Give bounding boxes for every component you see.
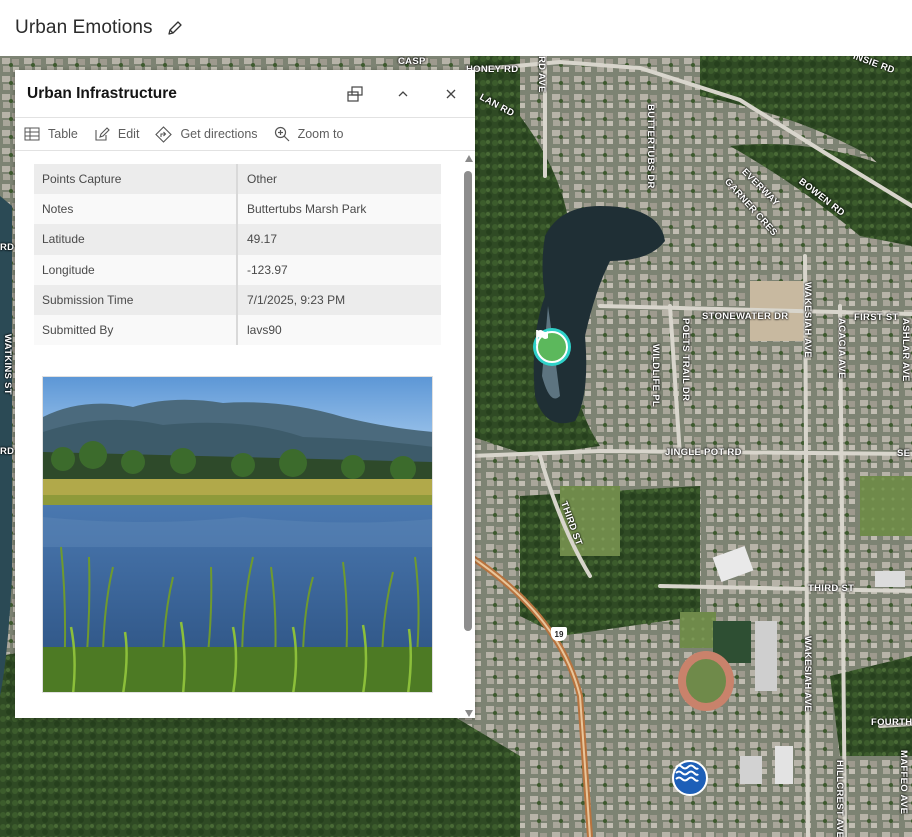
map-label-stonewater-dr: STONEWATER DR	[702, 311, 789, 322]
attribute-table: Points Capture Other Notes Buttertubs Ma…	[34, 164, 441, 346]
field-value: 7/1/2025, 9:23 PM	[237, 284, 441, 315]
highway-shield: 19	[551, 627, 567, 641]
popup-scrollbar[interactable]	[464, 155, 474, 717]
popup-toolbar: Table Edit Get directions Zoom to	[15, 118, 475, 151]
field-key: Points Capture	[34, 164, 238, 195]
water-waves-icon	[675, 764, 699, 782]
map-label-wakesiah-ave-bottom: WAKESIAH AVE	[802, 636, 813, 712]
marsh-landscape-photo[interactable]	[42, 376, 433, 693]
map-label-first-st: FIRST ST	[854, 312, 899, 323]
field-key: Submitted By	[34, 314, 238, 346]
water-marker[interactable]	[672, 760, 708, 796]
map-label-ashlar-ave: ASHLAR AVE	[900, 318, 911, 382]
app-header: Urban Emotions	[0, 0, 912, 56]
edit-icon	[95, 127, 110, 141]
get-directions-button[interactable]: Get directions	[155, 125, 258, 143]
map-label-wildlife-pl: WILDLIFE PL	[650, 344, 661, 407]
field-value: lavs90	[237, 314, 441, 346]
popup-content[interactable]: Points Capture Other Notes Buttertubs Ma…	[15, 152, 463, 718]
dock-icon[interactable]	[343, 82, 367, 106]
map-label-jingle-pot-rd: JINGLE POT RD	[665, 447, 742, 458]
map-label-rd-ave: RD AVE	[536, 56, 547, 93]
scroll-thumb[interactable]	[464, 171, 472, 631]
flag-marker[interactable]	[533, 328, 571, 366]
table-row: Notes Buttertubs Marsh Park	[34, 194, 441, 225]
field-key: Submission Time	[34, 284, 238, 315]
popup-header: Urban Infrastructure	[15, 70, 475, 118]
collapse-chevron-up-icon[interactable]	[391, 82, 415, 106]
field-key: Notes	[34, 194, 238, 225]
directions-icon	[155, 125, 173, 143]
map-label-caspers: CASP	[398, 56, 426, 67]
scroll-up-arrow-icon[interactable]	[465, 155, 473, 162]
edit-button[interactable]: Edit	[94, 126, 140, 142]
map-label-rd-left2: RD	[0, 446, 15, 457]
field-value: -123.97	[237, 254, 441, 285]
close-icon[interactable]	[439, 82, 463, 106]
table-row: Points Capture Other	[34, 164, 441, 195]
field-value: Other	[237, 164, 441, 195]
field-value: 49.17	[237, 224, 441, 255]
field-value: Buttertubs Marsh Park	[237, 194, 441, 225]
zoom-to-icon	[274, 126, 289, 142]
table-label: Table	[48, 127, 78, 141]
app-title: Urban Emotions	[15, 17, 153, 38]
zoom-to-button[interactable]: Zoom to	[274, 126, 344, 142]
map-label-buttertubs-dr: BUTTERTUBS DR	[645, 104, 656, 189]
field-key: Latitude	[34, 224, 238, 255]
get-directions-label: Get directions	[180, 127, 258, 141]
map-label-acacia-ave: ACACIA AVE	[836, 318, 847, 379]
map-label-se: SE	[897, 448, 911, 459]
table-icon	[24, 127, 40, 141]
table-row: Submission Time 7/1/2025, 9:23 PM	[34, 284, 441, 315]
popup-title: Urban Infrastructure	[27, 84, 177, 102]
map-label-maffeo-ave: MAFFEO AVE	[898, 750, 909, 815]
feature-popup: Urban Infrastructure Table Edit Get dire…	[15, 70, 475, 718]
table-row: Longitude -123.97	[34, 254, 441, 285]
edit-label: Edit	[117, 127, 140, 141]
map-label-fourth: FOURTH	[871, 717, 912, 728]
pencil-icon[interactable]	[167, 19, 185, 37]
table-button[interactable]: Table	[24, 127, 78, 141]
table-row: Submitted By lavs90	[34, 314, 441, 346]
map-label-wakesiah-ave-top: WAKESIAH AVE	[802, 282, 813, 358]
map-label-third-st-right: THIRD ST	[808, 583, 855, 594]
zoom-to-label: Zoom to	[297, 127, 344, 141]
map-label-rd-left: RD	[0, 242, 15, 253]
field-key: Longitude	[34, 254, 238, 285]
map-label-poets-trail-dr: POETS TRAIL DR	[680, 318, 691, 402]
scroll-down-arrow-icon[interactable]	[465, 710, 473, 717]
map-label-hillcrest-ave: HILLCREST AVE	[834, 760, 845, 837]
flag-icon	[536, 330, 548, 344]
map-label-watkins-st: WATKINS ST	[2, 334, 13, 395]
table-row: Latitude 49.17	[34, 224, 441, 255]
